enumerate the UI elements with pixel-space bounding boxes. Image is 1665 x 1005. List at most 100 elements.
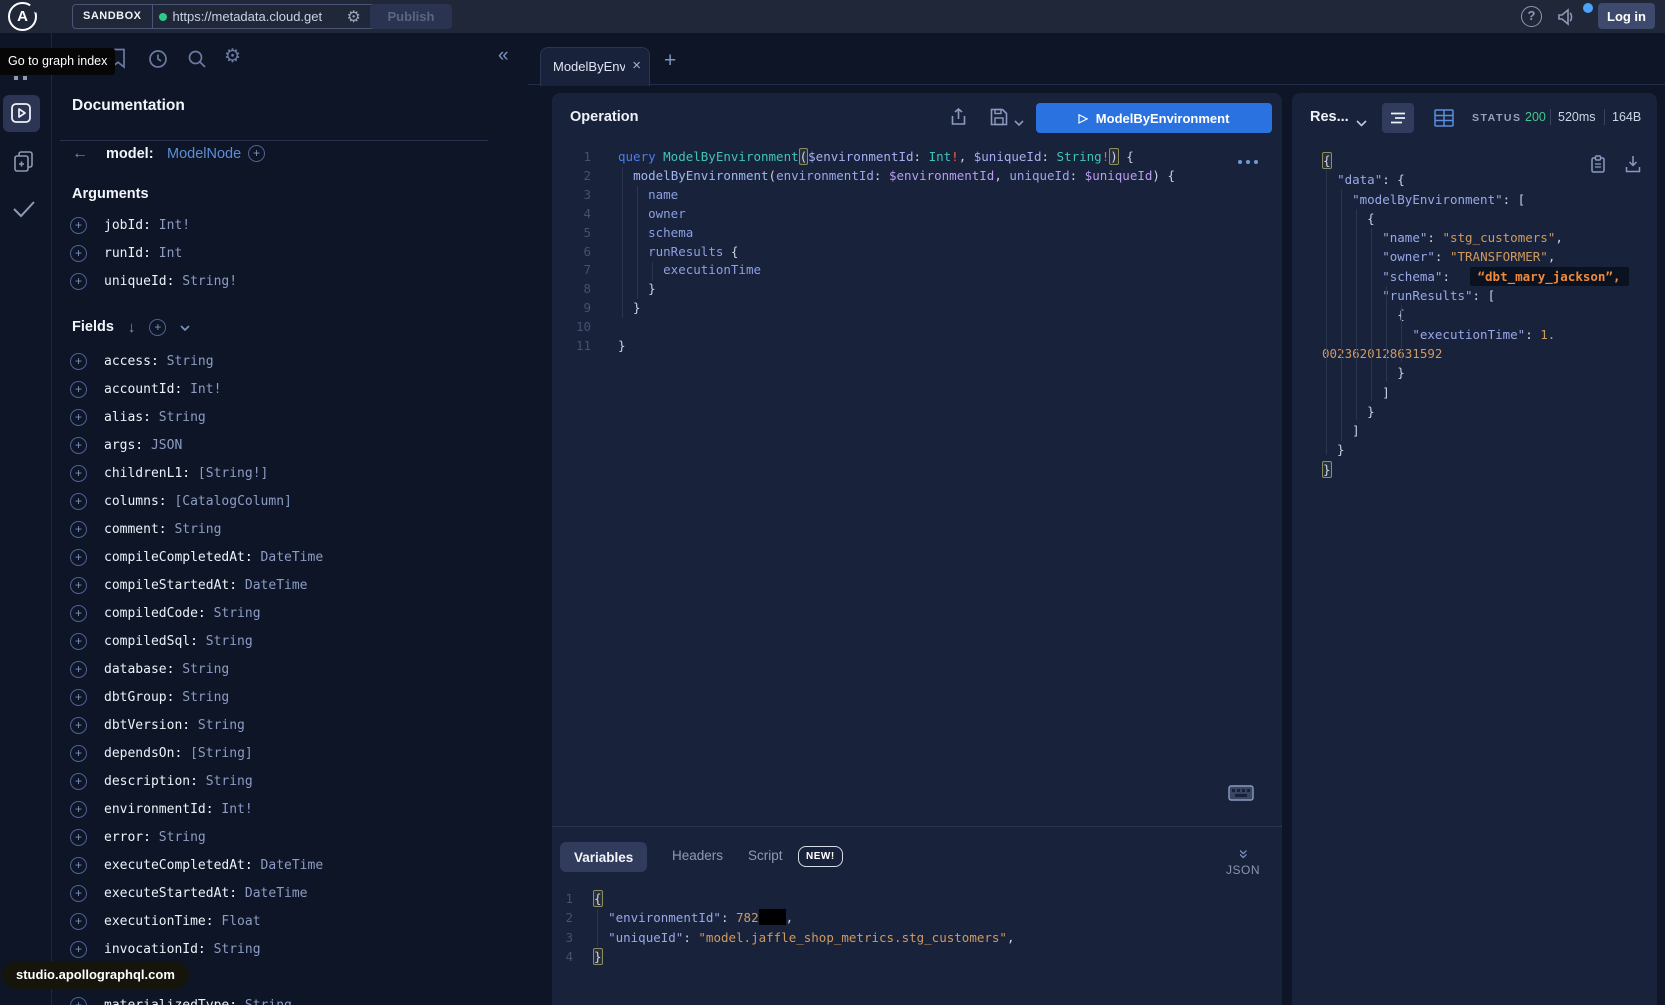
chevron-down-icon[interactable]: [180, 318, 190, 336]
doc-field-row[interactable]: +database: String: [45, 656, 528, 684]
indent-guide: [1326, 170, 1327, 455]
add-to-query-icon[interactable]: +: [70, 245, 87, 262]
tab-variables[interactable]: Variables: [560, 842, 647, 872]
response-viewer[interactable]: { "data": { "modelByEnvironment": [ { "n…: [1292, 144, 1652, 479]
add-to-query-icon[interactable]: +: [70, 661, 87, 678]
doc-field-row[interactable]: +columns: [CatalogColumn]: [45, 488, 528, 516]
settings-gear-icon[interactable]: ⚙: [224, 45, 241, 68]
doc-field-row[interactable]: +environmentId: Int!: [45, 796, 528, 824]
add-to-query-icon[interactable]: +: [70, 353, 87, 370]
add-to-query-icon[interactable]: +: [70, 829, 87, 846]
add-to-query-icon[interactable]: +: [70, 801, 87, 818]
schema-nav-button[interactable]: [11, 148, 37, 179]
add-all-fields-icon[interactable]: +: [149, 319, 166, 336]
doc-field-row[interactable]: +accountId: Int!: [45, 376, 528, 404]
close-tab-icon[interactable]: ×: [632, 57, 641, 74]
login-button[interactable]: Log in: [1598, 3, 1655, 29]
table-view-toggle[interactable]: [1428, 103, 1460, 133]
doc-field-row[interactable]: +dbtGroup: String: [45, 684, 528, 712]
response-chevron-down-icon[interactable]: [1356, 114, 1367, 132]
tab-headers[interactable]: Headers: [672, 848, 723, 863]
code-line: ]: [1292, 421, 1652, 440]
browser-status-bar: studio.apollographql.com: [2, 961, 189, 989]
doc-field-row[interactable]: +dbtVersion: String: [45, 712, 528, 740]
share-icon[interactable]: [950, 108, 967, 131]
add-to-query-icon[interactable]: +: [70, 885, 87, 902]
run-operation-button[interactable]: ▷ ModelByEnvironment: [1036, 103, 1272, 133]
doc-field-row[interactable]: +compileCompletedAt: DateTime: [45, 544, 528, 572]
new-tab-icon[interactable]: +: [664, 51, 676, 71]
add-to-query-icon[interactable]: +: [70, 437, 87, 454]
save-options-chevron-icon[interactable]: [1014, 113, 1024, 131]
collapse-panel-icon[interactable]: «: [498, 45, 509, 67]
search-icon[interactable]: [187, 49, 207, 74]
doc-field-row[interactable]: +materializedType: String: [45, 992, 528, 1005]
add-to-query-icon[interactable]: +: [248, 145, 265, 162]
add-to-query-icon[interactable]: +: [70, 577, 87, 594]
variables-editor[interactable]: 1{2 "environmentId": 782,3 "uniqueId": "…: [552, 882, 1282, 967]
add-to-query-icon[interactable]: +: [70, 997, 87, 1005]
add-to-query-icon[interactable]: +: [70, 633, 87, 650]
add-to-query-icon[interactable]: +: [70, 217, 87, 234]
add-to-query-icon[interactable]: +: [70, 273, 87, 290]
endpoint-url[interactable]: https://metadata.cloud.get: [173, 9, 341, 24]
help-icon[interactable]: ?: [1521, 6, 1542, 27]
tab-script[interactable]: Script: [748, 848, 783, 863]
doc-field-row[interactable]: +dependsOn: [String]: [45, 740, 528, 768]
doc-field-row[interactable]: +description: String: [45, 768, 528, 796]
doc-argument-row[interactable]: +uniqueId: String!: [45, 268, 528, 296]
add-to-query-icon[interactable]: +: [70, 857, 87, 874]
doc-argument-row[interactable]: +runId: Int: [45, 240, 528, 268]
field-type-link[interactable]: ModelNode: [167, 146, 241, 162]
doc-field-row[interactable]: +executionTime: Float: [45, 908, 528, 936]
sort-icon[interactable]: ↓: [128, 319, 136, 336]
back-arrow-icon[interactable]: ←: [72, 145, 88, 163]
indent-guide: [637, 186, 638, 299]
operation-editor[interactable]: 1query ModelByEnvironment($environmentId…: [552, 141, 1282, 356]
doc-field-row[interactable]: +invocationId: String: [45, 936, 528, 964]
tab-modelbyenvironment[interactable]: ModelByEnvi... ×: [540, 47, 650, 86]
save-icon[interactable]: [990, 108, 1008, 131]
apollo-studio-explorer: A SANDBOX https://metadata.cloud.get ⚙ P…: [0, 0, 1665, 1005]
endpoint-settings-gear-icon[interactable]: ⚙: [347, 7, 361, 27]
add-to-query-icon[interactable]: +: [70, 521, 87, 538]
doc-field-row[interactable]: +compiledSql: String: [45, 628, 528, 656]
doc-field-row[interactable]: +args: JSON: [45, 432, 528, 460]
add-to-query-icon[interactable]: +: [70, 745, 87, 762]
doc-field-row[interactable]: +executeCompletedAt: DateTime: [45, 852, 528, 880]
doc-field-row[interactable]: +compiledCode: String: [45, 600, 528, 628]
documentation-title: Documentation: [72, 97, 185, 115]
add-to-query-icon[interactable]: +: [70, 381, 87, 398]
announcements-megaphone-icon[interactable]: [1556, 6, 1580, 28]
doc-field-row[interactable]: +alias: String: [45, 404, 528, 432]
doc-argument-row[interactable]: +jobId: Int!: [45, 212, 528, 240]
doc-field-row[interactable]: +executeStartedAt: DateTime: [45, 880, 528, 908]
keyboard-shortcuts-icon[interactable]: [1228, 785, 1254, 806]
doc-field-row[interactable]: +childrenL1: [String!]: [45, 460, 528, 488]
history-icon[interactable]: [148, 49, 168, 74]
add-to-query-icon[interactable]: +: [70, 605, 87, 622]
add-to-query-icon[interactable]: +: [70, 493, 87, 510]
add-to-query-icon[interactable]: +: [70, 465, 87, 482]
doc-field-row[interactable]: +comment: String: [45, 516, 528, 544]
collapse-variables-chevron-icon[interactable]: «: [1233, 849, 1253, 858]
doc-field-row[interactable]: +compileStartedAt: DateTime: [45, 572, 528, 600]
add-to-query-icon[interactable]: +: [70, 773, 87, 790]
fields-heading: Fields: [72, 319, 114, 335]
checks-nav-button[interactable]: [11, 199, 37, 224]
add-to-query-icon[interactable]: +: [70, 941, 87, 958]
add-to-query-icon[interactable]: +: [70, 717, 87, 734]
publish-button[interactable]: Publish: [370, 4, 452, 29]
code-line: }: [1292, 460, 1652, 479]
add-to-query-icon[interactable]: +: [70, 913, 87, 930]
explorer-nav-button[interactable]: [3, 95, 40, 132]
apollo-logo[interactable]: A: [8, 2, 37, 31]
endpoint-input[interactable]: https://metadata.cloud.get ⚙: [153, 5, 375, 28]
add-to-query-icon[interactable]: +: [70, 549, 87, 566]
add-to-query-icon[interactable]: +: [70, 409, 87, 426]
raw-view-toggle[interactable]: [1382, 103, 1414, 133]
variables-format-label: JSON: [1226, 863, 1260, 877]
doc-field-row[interactable]: +error: String: [45, 824, 528, 852]
doc-field-row[interactable]: +access: String: [45, 348, 528, 376]
add-to-query-icon[interactable]: +: [70, 689, 87, 706]
